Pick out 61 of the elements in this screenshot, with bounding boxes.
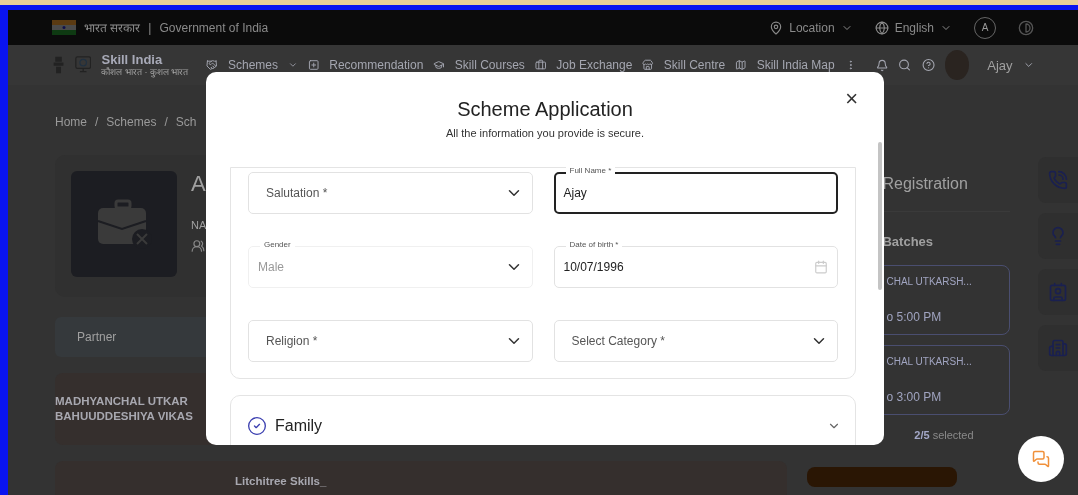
field-label: Date of birth * <box>565 240 623 250</box>
selected-count: 2/5 selected <box>913 429 975 441</box>
nav-link[interactable]: Job Exchange <box>556 58 633 72</box>
accordion-header[interactable]: Family <box>230 395 856 445</box>
nav-link[interactable]: Skill Centre <box>663 58 726 72</box>
users-icon <box>191 239 205 253</box>
breadcrumb-separator: / <box>95 115 99 129</box>
partner-name: Litchitree Skills_ <box>235 474 327 487</box>
separator-text: | <box>148 20 152 35</box>
briefcase-icon <box>534 58 547 72</box>
brand-tagline: कौशल भारत · कुशल भारत <box>101 68 189 77</box>
buildings-icon <box>1048 338 1069 358</box>
map-icon <box>735 58 747 72</box>
gov-text: Government of India <box>159 20 269 35</box>
field-label: Full Name * <box>565 166 616 176</box>
breadcrumb-separator: / <box>164 115 168 129</box>
location-dropdown[interactable]: Location <box>789 20 835 35</box>
user-name[interactable]: Ajay <box>987 57 1013 73</box>
scheme-detail: NA <box>191 219 207 231</box>
brand-name[interactable]: Skill India <box>101 53 189 66</box>
contact-card-icon <box>1048 282 1069 302</box>
contrast-icon[interactable] <box>1018 19 1034 36</box>
bell-icon[interactable] <box>876 57 889 73</box>
batch-name: CHAL UTKARSH... <box>886 356 973 367</box>
phone-icon <box>1048 170 1069 190</box>
batch-time: o 3:00 PM <box>886 390 943 404</box>
language-dropdown[interactable]: English <box>894 20 934 35</box>
nav-link[interactable]: Schemes <box>227 58 278 72</box>
chat-icon <box>1032 450 1050 468</box>
handshake-icon <box>206 58 218 72</box>
breadcrumb-link[interactable]: Schemes <box>106 115 157 129</box>
select-field[interactable]: Salutation * <box>248 172 533 214</box>
nav-link[interactable]: Skill India Map <box>756 58 835 72</box>
dialog-subtitle: All the information you provide is secure. <box>445 127 645 139</box>
dialog-title: Scheme Application <box>457 98 633 121</box>
close-button[interactable]: × <box>841 88 862 110</box>
nav-link[interactable]: Recommendation <box>329 58 424 72</box>
flag-icon <box>52 20 76 35</box>
chat-button[interactable] <box>1018 436 1064 482</box>
help-icon[interactable] <box>921 57 935 73</box>
plus-square-icon <box>307 58 320 72</box>
select-field[interactable]: Select Category * <box>553 320 838 362</box>
location-pin-icon <box>769 20 784 35</box>
globe-icon <box>874 20 889 35</box>
partner-name: BAHUUDDESHIYA VIKAS <box>55 410 193 422</box>
scrollbar-thumb[interactable] <box>878 142 882 290</box>
breadcrumb-link[interactable]: Sch <box>175 115 197 129</box>
store-icon <box>642 58 654 72</box>
graduation-cap-icon <box>433 58 445 72</box>
batch-name: CHAL UTKARSH... <box>886 276 973 287</box>
hindi-gov-text: भारत सरकार <box>84 20 141 36</box>
select-field[interactable]: Religion * <box>248 320 533 362</box>
search-icon[interactable] <box>898 57 912 73</box>
batches-title: Batches <box>881 233 935 251</box>
calendar-icon <box>814 260 828 274</box>
batch-time: o 5:00 PM <box>886 310 943 324</box>
partner-name: MADHYANCHAL UTKAR <box>55 395 188 407</box>
nav-link[interactable]: Skill Courses <box>454 58 525 72</box>
breadcrumb-link[interactable]: Home <box>55 115 87 129</box>
field-label: Gender <box>260 240 295 250</box>
scheme-title: A <box>191 171 207 197</box>
